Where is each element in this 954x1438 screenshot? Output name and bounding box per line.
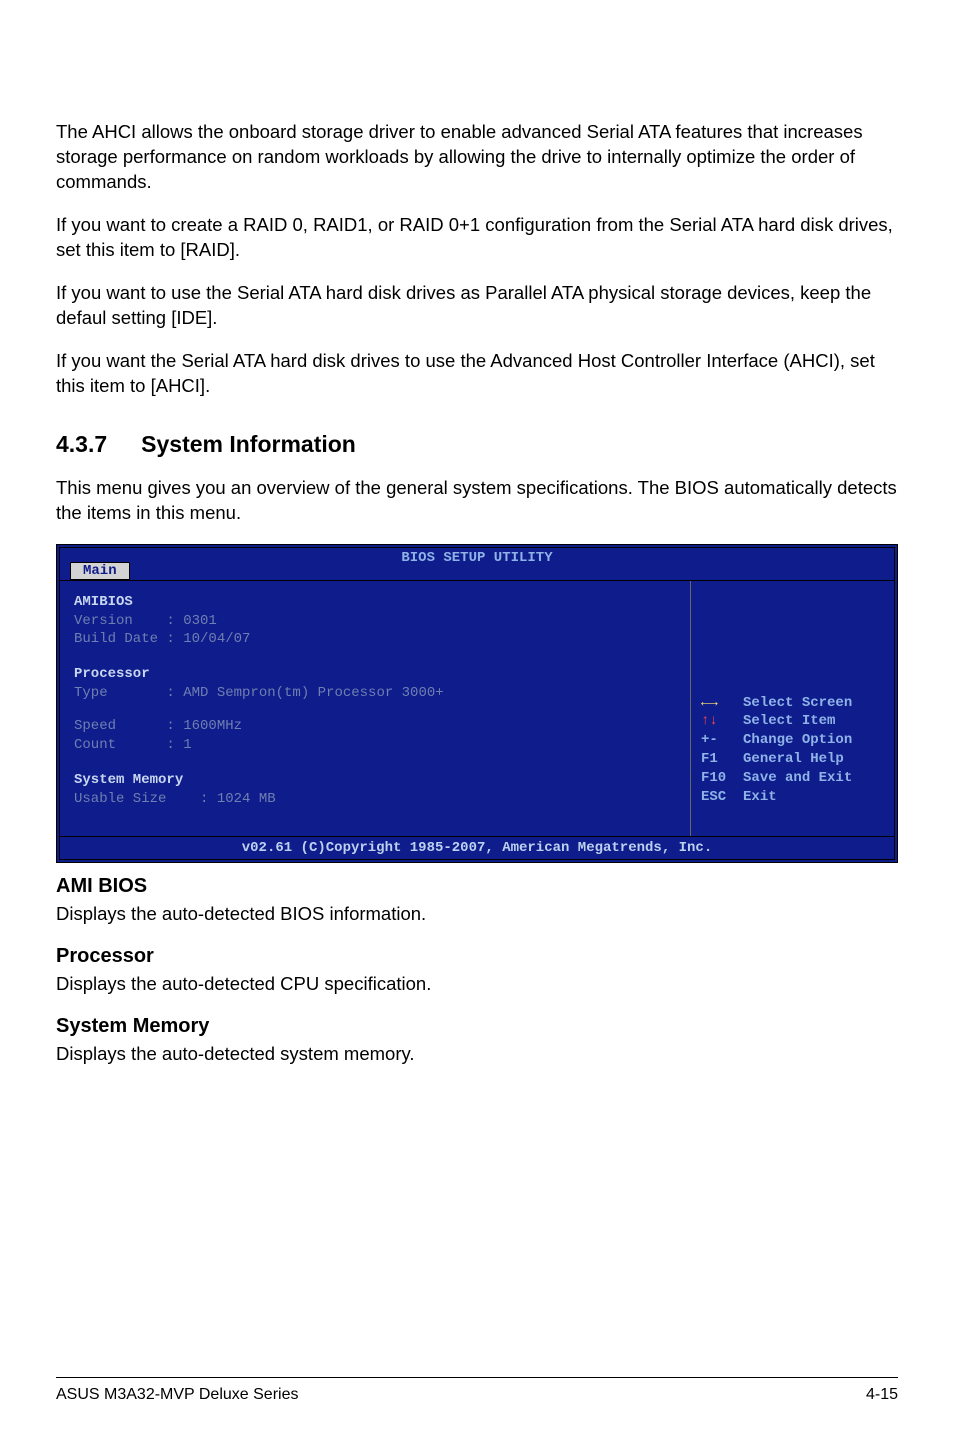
- paragraph: If you want the Serial ATA hard disk dri…: [56, 349, 898, 399]
- help-key-esc: ESC: [701, 789, 726, 805]
- help-save-exit: Save and Exit: [743, 770, 852, 786]
- bios-title-bar: BIOS SETUP UTILITY Main: [60, 548, 894, 580]
- bios-amibios-build: Build Date : 10/04/07: [74, 630, 678, 649]
- paragraph: The AHCI allows the onboard storage driv…: [56, 120, 898, 195]
- bios-right-pane: ←→ Select Screen ↑↓ Select Item +- Chang…: [691, 581, 894, 836]
- bios-title: BIOS SETUP UTILITY: [401, 550, 552, 566]
- bios-help-block: ←→ Select Screen ↑↓ Select Item +- Chang…: [701, 675, 884, 826]
- paragraph: If you want to use the Serial ATA hard d…: [56, 281, 898, 331]
- amibios-text: Displays the auto-detected BIOS informat…: [56, 902, 898, 927]
- help-change-option: Change Option: [743, 732, 852, 748]
- help-select-item: Select Item: [743, 713, 835, 729]
- sysmem-heading: System Memory: [56, 1015, 898, 1038]
- bios-processor-count: Count : 1: [74, 736, 678, 755]
- bios-processor-heading: Processor: [74, 665, 678, 684]
- section-heading: 4.3.7 System Information: [56, 431, 898, 458]
- arrow-left-right-icon: ←→: [701, 695, 718, 711]
- help-general-help: General Help: [743, 751, 844, 767]
- bios-processor-type: Type : AMD Sempron(tm) Processor 3000+: [74, 684, 678, 703]
- bios-footer: v02.61 (C)Copyright 1985-2007, American …: [60, 836, 894, 859]
- bios-processor-speed: Speed : 1600MHz: [74, 717, 678, 736]
- sysmem-text: Displays the auto-detected system memory…: [56, 1042, 898, 1067]
- bios-tab-main: Main: [70, 562, 130, 580]
- section-number: 4.3.7: [56, 431, 107, 458]
- section-title: System Information: [141, 431, 356, 457]
- processor-heading: Processor: [56, 945, 898, 968]
- help-key-pm: +-: [701, 732, 718, 748]
- arrow-up-down-icon: ↑↓: [701, 713, 718, 729]
- footer-left: ASUS M3A32-MVP Deluxe Series: [56, 1386, 298, 1404]
- processor-text: Displays the auto-detected CPU specifica…: [56, 972, 898, 997]
- bios-body: AMIBIOS Version : 0301 Build Date : 10/0…: [60, 580, 894, 836]
- paragraph: If you want to create a RAID 0, RAID1, o…: [56, 213, 898, 263]
- help-exit: Exit: [743, 789, 777, 805]
- bios-sysmem-usable: Usable Size : 1024 MB: [74, 790, 678, 809]
- help-key-f10: F10: [701, 770, 726, 786]
- amibios-heading: AMI BIOS: [56, 875, 898, 898]
- bios-amibios-version: Version : 0301: [74, 612, 678, 631]
- bios-left-pane: AMIBIOS Version : 0301 Build Date : 10/0…: [60, 581, 691, 836]
- page-footer: ASUS M3A32-MVP Deluxe Series 4-15: [56, 1377, 898, 1404]
- bios-sysmem-heading: System Memory: [74, 771, 678, 790]
- bios-amibios-heading: AMIBIOS: [74, 593, 678, 612]
- section-intro: This menu gives you an overview of the g…: [56, 476, 898, 526]
- help-select-screen: Select Screen: [743, 695, 852, 711]
- help-key-f1: F1: [701, 751, 718, 767]
- bios-screenshot: BIOS SETUP UTILITY Main AMIBIOS Version …: [56, 544, 898, 863]
- footer-right: 4-15: [866, 1386, 898, 1404]
